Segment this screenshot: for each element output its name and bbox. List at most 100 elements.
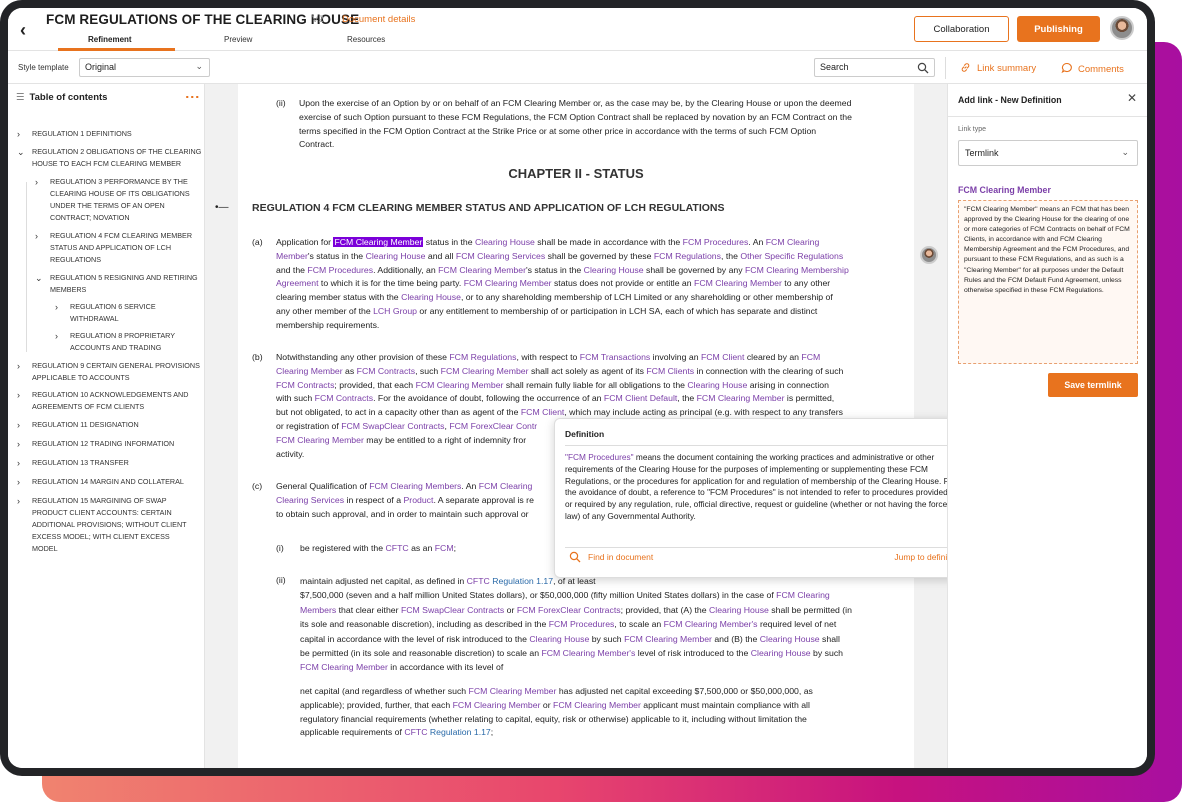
clause-label: (i) [276,543,284,553]
toc-item-regulation-8[interactable]: › Regulation 8 PROPRIETARY ACCOUNTS AND TR… [55,330,176,354]
clause-a-text[interactable]: Application for FCM Clearing Member stat… [276,236,906,333]
toc-item-label: Regulation 3 PERFORMANCE BY THE [50,177,188,186]
add-link-panel: Add link - New Definition ✕ Link type Te… [947,84,1147,768]
chapter-heading: CHAPTER II - STATUS [508,166,644,181]
link-type-select[interactable]: Termlink ⌄ [958,140,1138,166]
term-link[interactable]: CFTC [385,543,408,553]
toc-item-label: REGULATIONS [50,255,101,264]
toc-item-regulation-10[interactable]: › Regulation 10 ACKNOWLEDGEMENTS AND AGREE… [17,389,189,413]
text-line: Contract. [299,139,335,150]
search-input[interactable]: Search [814,58,935,77]
chevron-right-icon: › [55,331,58,341]
find-label: Find in document [588,552,654,562]
chevron-right-icon: › [17,420,20,430]
chevron-right-icon: › [55,302,58,312]
divider [948,116,1147,117]
chevron-right-icon: › [35,231,38,241]
clause-c-i-text[interactable]: be registered with the CFTC as an FCM; [300,542,456,556]
search-icon[interactable] [917,62,929,74]
toc-item-label: CONTRACT; NOVATION [50,213,130,222]
text-fragment: ; [453,543,456,553]
toc-item-regulation-14[interactable]: › Regulation 14 MARGIN AND COLLATERAL [17,476,184,488]
collaborator-avatar[interactable] [920,246,938,264]
toc-title: Table of contents [29,92,108,103]
toc-item-regulation-9[interactable]: › Regulation 9 CERTAIN GENERAL PROVISIONS… [17,360,200,384]
toolbar-divider [945,57,946,79]
toc-item-label: Regulation 9 CERTAIN GENERAL PROVISIONS [32,361,200,370]
chevron-right-icon: › [17,477,20,487]
toc-item-label: Regulation 14 MARGIN AND COLLATERAL [32,477,184,486]
definition-term: "FCM Procedures" [565,452,634,462]
toc-item-regulation-6[interactable]: › Regulation 6 SERVICE WITHDRAWAL [55,301,156,325]
tab-refinement[interactable]: Refinement [88,35,132,44]
chevron-down-icon: ⌄ [1121,147,1129,157]
chevron-right-icon: › [35,177,38,187]
toc-item-label: UNDER THE TERMS OF AN OPEN [50,201,165,210]
user-avatar[interactable] [1110,16,1134,40]
publishing-button[interactable]: Publishing [1017,16,1100,42]
definition-field[interactable]: "FCM Clearing Member" means an FCM that … [958,200,1138,364]
search-icon [569,551,581,563]
toc-item-regulation-5[interactable]: ⌄ Regulation 5 RESIGNING AND RETIRING MEMB… [35,272,198,296]
clause-ii-text[interactable]: Upon the exercise of an Option by or on … [299,97,914,152]
divider [565,445,961,446]
toc-item-regulation-15[interactable]: › Regulation 15 MARGINING OF SWAP PRODUCT … [17,495,187,555]
chevron-right-icon: › [17,439,20,449]
chevron-right-icon: › [17,361,20,371]
save-termlink-button[interactable]: Save termlink [1048,373,1138,397]
toc-item-label: Regulation 4 FCM CLEARING MEMBER [50,231,193,240]
toc-tree-line [26,182,27,352]
comments-label: Comments [1078,64,1124,75]
toc-item-label: Regulation 10 ACKNOWLEDGEMENTS AND [32,390,189,399]
definition-body: means the document containing the workin… [565,452,960,521]
toc-item-regulation-11[interactable]: › Regulation 11 DESIGNATION [17,419,139,431]
clause-c-ii-continued[interactable]: net capital (and regardless of whether s… [300,685,910,740]
tab-resources[interactable]: Resources [347,35,385,44]
toc-item-label: Regulation 8 PROPRIETARY [70,331,176,340]
toc-item-label: HOUSE TO EACH FCM CLEARING MEMBER [32,159,182,168]
toc-item-label: EXCESS MODEL; WITH CLIENT EXCESS [32,532,170,541]
toc-item-regulation-3[interactable]: › Regulation 3 PERFORMANCE BY THE CLEARING… [35,176,190,224]
style-template-value: Original [85,62,117,72]
term-link[interactable]: FCM [435,543,454,553]
toc-item-regulation-4[interactable]: › Regulation 4 FCM CLEARING MEMBER STATUS … [35,230,193,266]
panel-title: Add link - New Definition [958,95,1062,105]
toc-item-regulation-13[interactable]: › Regulation 13 TRANSFER [17,457,129,469]
toc-item-regulation-1[interactable]: › Regulation 1 DEFINITIONS [17,128,132,140]
link-type-label: Link type [958,126,987,133]
regulation-heading: REGULATION 4 FCM CLEARING MEMBER STATUS … [252,202,725,214]
heading-marker-icon: •— [215,202,229,213]
popup-title: Definition [565,429,605,439]
definition-popup: Definition ✕ "FCM Procedures" means the … [554,418,972,578]
chevron-right-icon: › [17,458,20,468]
text-line: terms specified in the FCM Option Contra… [299,125,817,136]
clause-c-text[interactable]: General Qualification of FCM Clearing Me… [276,480,566,521]
toc-item-regulation-2[interactable]: ⌄ Regulation 2 OBLIGATIONS OF THE CLEARIN… [17,146,201,170]
app-window: ‹ FCM REGULATIONS OF THE CLEARING HOUSE … [8,8,1147,768]
selected-term: FCM Clearing Member [958,185,1051,195]
comments-button[interactable]: Comments [1061,62,1124,75]
device-frame: ‹ FCM REGULATIONS OF THE CLEARING HOUSE … [0,0,1155,776]
toc-item-label: MODEL [32,544,58,553]
list-icon: ☰ [16,92,25,103]
document-details-link[interactable]: Document details [342,14,415,25]
chevron-down-icon: ⌄ [195,61,203,71]
find-in-document-button[interactable]: Find in document [569,551,653,563]
clause-label: (b) [252,352,263,362]
collaboration-button[interactable]: Collaboration [914,16,1009,42]
toc-item-label: APPLICABLE TO ACCOUNTS [32,373,130,382]
link-summary-button[interactable]: Link summary [960,62,1036,74]
more-options-icon[interactable]: ⋮ [185,90,201,102]
back-arrow-icon[interactable]: ‹ [20,20,26,41]
close-icon[interactable]: ✕ [1127,91,1137,105]
toc-item-label: ACCOUNTS AND TRADING [70,343,162,352]
clause-label: (ii) [276,98,286,108]
clause-label: (c) [252,481,263,491]
toc-item-label: Regulation 11 DESIGNATION [32,420,139,429]
style-template-select[interactable]: Original ⌄ [79,58,210,77]
clause-c-ii-text[interactable]: maintain adjusted net capital, as define… [300,574,910,675]
toc-item-regulation-12[interactable]: › Regulation 12 TRADING INFORMATION [17,438,174,450]
definition-text: "FCM Procedures" means the document cont… [565,452,963,523]
tab-preview[interactable]: Preview [224,35,252,44]
toc-item-label: WITHDRAWAL [70,314,119,323]
